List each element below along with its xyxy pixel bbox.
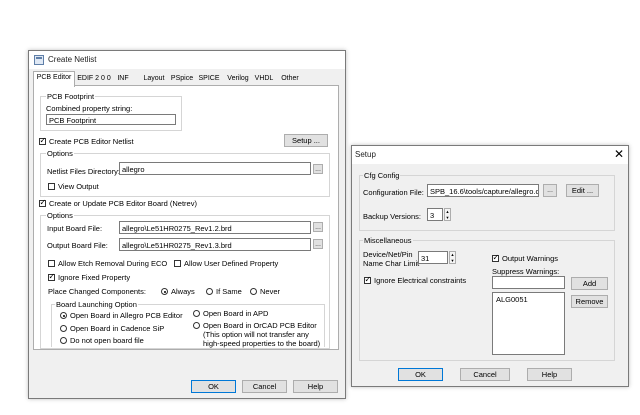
remove-button[interactable]: Remove: [571, 295, 608, 308]
tab-vhdl[interactable]: VHDL: [253, 73, 275, 85]
setup-title: Setup: [355, 150, 376, 159]
name-limit-input[interactable]: 31: [418, 251, 448, 264]
ignore-fixed-checkbox[interactable]: [48, 272, 55, 281]
backup-versions-spinner[interactable]: ▲ ▼: [444, 208, 451, 221]
close-icon[interactable]: ✕: [614, 148, 624, 160]
edit-button[interactable]: Edit ...: [566, 184, 599, 197]
open-apd-label: Open Board in APD: [203, 309, 269, 318]
tab-edif[interactable]: EDIF 2 0 0: [74, 73, 114, 85]
config-file-label: Configuration File:: [363, 188, 424, 197]
place-never-label: Never: [260, 287, 281, 296]
netlist-help-button[interactable]: Help: [293, 380, 338, 393]
list-item[interactable]: ALG0051: [496, 295, 528, 304]
view-output-checkbox[interactable]: [48, 183, 55, 190]
input-board-label: Input Board File:: [47, 224, 103, 233]
open-allegro-label: Open Board in Allegro PCB Editor: [70, 311, 183, 320]
combined-property-input[interactable]: PCB Footprint: [46, 114, 176, 125]
ignore-electrical-label: Ignore Electrical constraints: [374, 276, 467, 285]
tab-other[interactable]: Other: [279, 73, 301, 85]
place-if-same-radio[interactable]: [206, 288, 213, 295]
open-orcad-label: Open Board in OrCAD PCB Editor: [203, 321, 317, 330]
open-orcad-radio[interactable]: [193, 322, 200, 329]
open-allegro-radio[interactable]: [60, 312, 67, 319]
backup-versions-input[interactable]: 3: [427, 208, 443, 221]
miscellaneous-group-title: Miscellaneous: [363, 236, 413, 245]
netlist-cancel-button[interactable]: Cancel: [242, 380, 287, 393]
spin-down-icon[interactable]: ▼: [445, 215, 450, 220]
output-warnings-label: Output Warnings: [502, 254, 558, 263]
allow-user-defined-label: Allow User Defined Property: [184, 259, 279, 268]
create-update-board-label: Create or Update PCB Editor Board (Netre…: [49, 199, 197, 208]
board-launching-group-title: Board Launching Option: [55, 300, 138, 309]
netlist-dir-label: Netlist Files Directory:: [47, 167, 120, 176]
setup-cancel-button[interactable]: Cancel: [460, 368, 510, 381]
config-file-input[interactable]: SPB_16.6\tools/capture/allegro.cfg: [427, 184, 539, 197]
orcad-note-line2: high-speed properties to the board): [203, 339, 321, 348]
input-board-input[interactable]: allegro\Le51HR0275_Rev1.2.brd: [119, 221, 311, 234]
create-pcb-editor-netlist-label: Create PCB Editor Netlist: [49, 137, 134, 146]
create-update-board-checkbox[interactable]: [39, 198, 46, 207]
cfg-config-group-title: Cfg Config: [363, 171, 401, 180]
app-icon: [34, 55, 44, 65]
backup-versions-label: Backup Versions:: [363, 212, 421, 221]
input-board-browse-button[interactable]: ...: [313, 222, 323, 232]
output-warnings-checkbox[interactable]: [492, 253, 499, 262]
combined-property-label: Combined property string:: [46, 104, 133, 113]
tab-pspice[interactable]: PSpice: [169, 73, 195, 85]
place-if-same-label: If Same: [216, 287, 242, 296]
suppress-warnings-input[interactable]: [492, 276, 565, 289]
orcad-note-line1: (This option will not transfer any: [203, 330, 309, 339]
tab-verilog[interactable]: Verilog: [224, 73, 252, 85]
allow-etch-checkbox[interactable]: [48, 260, 55, 267]
place-always-radio[interactable]: [161, 288, 168, 295]
options-group-title: Options: [46, 149, 74, 158]
suppress-warnings-label: Suppress Warnings:: [492, 267, 560, 276]
open-sip-label: Open Board in Cadence SiP: [70, 324, 165, 333]
create-netlist-titlebar: Create Netlist: [29, 51, 345, 69]
add-button[interactable]: Add: [571, 277, 608, 290]
create-netlist-title: Create Netlist: [48, 55, 97, 64]
output-board-label: Output Board File:: [47, 241, 108, 250]
setup-help-button[interactable]: Help: [527, 368, 572, 381]
place-never-radio[interactable]: [250, 288, 257, 295]
netlist-ok-button[interactable]: OK: [191, 380, 236, 393]
allow-etch-label: Allow Etch Removal During ECO: [58, 259, 168, 268]
tab-layout[interactable]: Layout: [141, 73, 167, 85]
open-sip-radio[interactable]: [60, 325, 67, 332]
ignore-fixed-label: Ignore Fixed Property: [58, 273, 131, 282]
place-always-label: Always: [171, 287, 195, 296]
config-file-browse-button[interactable]: ...: [543, 184, 557, 197]
name-limit-label-line2: Name Char Limit: [363, 259, 420, 268]
setup-ok-button[interactable]: OK: [398, 368, 443, 381]
tab-inf[interactable]: INF: [114, 73, 132, 85]
output-board-browse-button[interactable]: ...: [313, 239, 323, 249]
do-not-open-label: Do not open board file: [70, 336, 144, 345]
place-changed-label: Place Changed Components:: [48, 287, 146, 296]
name-limit-label-line1: Device/Net/Pin: [363, 250, 413, 259]
output-board-input[interactable]: allegro\Le51HR0275_Rev1.3.brd: [119, 238, 311, 251]
pcb-footprint-group-title: PCB Footprint: [46, 92, 96, 101]
spin-down-icon[interactable]: ▼: [450, 258, 455, 263]
suppress-list[interactable]: ALG0051: [492, 292, 565, 355]
name-limit-spinner[interactable]: ▲ ▼: [449, 251, 456, 264]
do-not-open-radio[interactable]: [60, 337, 67, 344]
setup-titlebar: Setup ✕: [352, 146, 628, 164]
spin-up-icon[interactable]: ▲: [450, 252, 455, 257]
options2-group-title: Options: [46, 211, 74, 220]
create-pcb-editor-netlist-checkbox[interactable]: [39, 136, 46, 145]
netlist-dir-browse-button[interactable]: ...: [313, 164, 323, 174]
tab-spice[interactable]: SPICE: [197, 73, 221, 85]
allow-user-defined-checkbox[interactable]: [174, 260, 181, 267]
ignore-electrical-checkbox[interactable]: [364, 275, 371, 284]
view-output-label: View Output: [58, 182, 99, 191]
tab-pcb-editor[interactable]: PCB Editor: [33, 71, 75, 87]
spin-up-icon[interactable]: ▲: [445, 209, 450, 214]
netlist-dir-input[interactable]: allegro: [119, 162, 311, 175]
setup-button[interactable]: Setup ...: [284, 134, 328, 147]
open-apd-radio[interactable]: [193, 310, 200, 317]
